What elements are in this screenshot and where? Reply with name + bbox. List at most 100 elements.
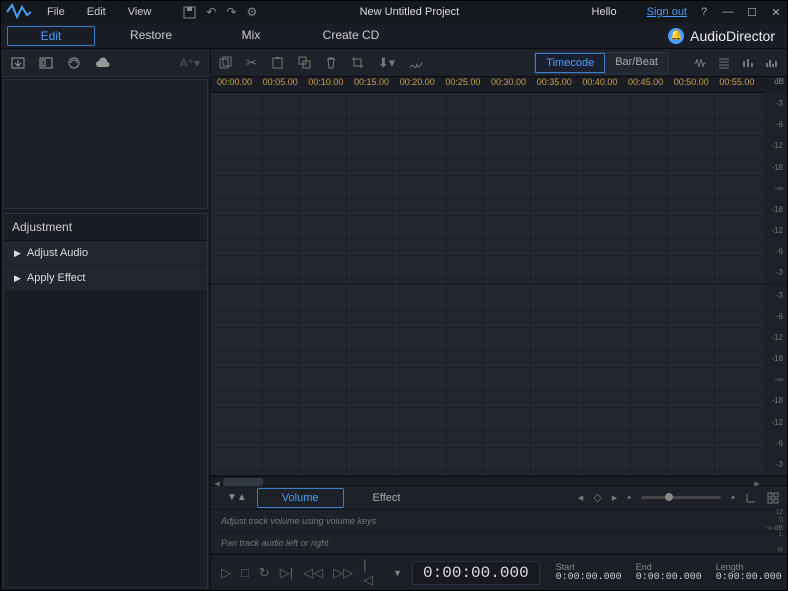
pan-track-row[interactable]: Pan track audio left or right L R	[211, 532, 787, 554]
play-button[interactable]: ▷	[221, 565, 231, 581]
ruler-tick: 00:15.00	[352, 77, 398, 92]
ruler-tick: 00:35.00	[535, 77, 581, 92]
adjustment-header: Adjustment	[4, 214, 207, 241]
db-tick: -6	[763, 312, 783, 321]
ruler-tick: 00:55.00	[717, 77, 763, 92]
zoom-in-icon[interactable]: •	[731, 492, 735, 504]
waveform-track-left[interactable]	[211, 93, 763, 285]
tab-volume[interactable]: Volume	[257, 488, 344, 508]
db-tick: -3	[763, 268, 783, 277]
skip-end-button[interactable]: |◁	[363, 557, 373, 588]
expand-icon: ▶	[14, 248, 21, 259]
adjustment-panel: Adjustment ▶ Adjust Audio ▶ Apply Effect	[3, 213, 208, 588]
db-tick: -6	[763, 120, 783, 129]
ruler-tick: 00:40.00	[580, 77, 626, 92]
keyframe-prev-icon[interactable]: ◂	[578, 491, 584, 504]
media-library[interactable]	[3, 79, 208, 209]
db-tick: -3	[763, 291, 783, 300]
start-value[interactable]: 0:00:00.000	[556, 572, 622, 583]
undo-icon[interactable]: ↶	[206, 5, 216, 19]
db-scale: -3-6-12-18-∞-18-12-6-3 -3-6-12-18-∞-18-1…	[763, 93, 787, 476]
menu-edit[interactable]: Edit	[77, 4, 116, 20]
rewind-button[interactable]: ◁◁	[303, 565, 323, 581]
expand-icon: ▶	[14, 273, 21, 284]
db-tick: -∞	[763, 375, 783, 384]
stop-button[interactable]: □	[241, 565, 249, 580]
ruler-tick: 00:45.00	[626, 77, 672, 92]
waveform-track-right[interactable]	[211, 285, 763, 477]
zoom-slider[interactable]	[641, 496, 721, 499]
skip-start-button[interactable]: ▷|	[280, 565, 293, 581]
mode-tab-restore[interactable]: Restore	[101, 24, 201, 48]
adjust-audio-item[interactable]: ▶ Adjust Audio	[4, 241, 207, 266]
loop-button[interactable]: ↻	[259, 565, 270, 581]
zoom-out-icon[interactable]: •	[627, 492, 631, 504]
adjust-audio-label: Adjust Audio	[27, 247, 88, 259]
db-tick: -3	[763, 99, 783, 108]
menu-view[interactable]: View	[118, 4, 162, 20]
timecode-button[interactable]: Timecode	[535, 53, 605, 73]
save-icon[interactable]	[183, 6, 196, 19]
length-value[interactable]: 0:00:00.000	[716, 572, 782, 583]
editor-toolbar: ✂ ⬇▾ Timecode Bar/Beat	[211, 49, 787, 77]
paste-icon[interactable]	[271, 56, 284, 69]
apply-effect-item[interactable]: ▶ Apply Effect	[4, 266, 207, 291]
equalizer-icon[interactable]	[741, 57, 755, 69]
minimize-icon[interactable]: —	[721, 5, 735, 19]
collapse-lower-icon[interactable]: ▼▲	[219, 492, 255, 503]
mode-tab-createcd[interactable]: Create CD	[301, 24, 401, 48]
help-icon[interactable]: ?	[697, 5, 711, 19]
db-tick: -12	[763, 333, 783, 342]
text-size-icon[interactable]: A⁺▾	[180, 56, 200, 70]
ruler-tick: 00:05.00	[261, 77, 307, 92]
mode-tab-edit[interactable]: Edit	[7, 26, 95, 46]
normalize-icon[interactable]	[409, 57, 423, 69]
export-media-icon[interactable]	[39, 56, 53, 70]
close-icon[interactable]: ✕	[769, 5, 783, 19]
tab-effect[interactable]: Effect	[348, 488, 426, 508]
forward-button[interactable]: ▷▷	[333, 565, 353, 581]
db-tick: -6	[763, 439, 783, 448]
copy-icon[interactable]	[219, 56, 232, 69]
ruler-tick: 00:25.00	[443, 77, 489, 92]
menu-file[interactable]: File	[37, 4, 75, 20]
delete-icon[interactable]	[325, 56, 337, 69]
current-time[interactable]: 0:00:00.000	[412, 561, 540, 585]
settings-icon[interactable]: ⚙	[246, 5, 257, 19]
pan-hint: Pan track audio left or right	[221, 538, 329, 548]
waveform-view-icon[interactable]	[693, 57, 707, 69]
duplicate-icon[interactable]	[298, 56, 311, 69]
end-value[interactable]: 0:00:00.000	[636, 572, 702, 583]
spectral-view-icon[interactable]	[717, 57, 731, 69]
sign-out-link[interactable]: Sign out	[647, 6, 687, 18]
record-icon[interactable]	[67, 56, 81, 70]
bars-icon[interactable]	[765, 57, 779, 69]
horizontal-scrollbar[interactable]: ◂ ▸	[211, 476, 787, 486]
mode-tab-mix[interactable]: Mix	[201, 24, 301, 48]
db-tick: -12	[763, 418, 783, 427]
volume-track-row[interactable]: Adjust track volume using volume keys 12…	[211, 510, 787, 532]
db-tick: -18	[763, 354, 783, 363]
timeline-ruler[interactable]: 00:00.0000:05.0000:10.0000:15.0000:20.00…	[211, 77, 763, 93]
redo-icon[interactable]: ↷	[226, 5, 236, 19]
maximize-icon[interactable]: ☐	[745, 5, 759, 19]
download-icon[interactable]: ⬇▾	[378, 55, 395, 71]
cut-icon[interactable]: ✂	[246, 55, 257, 71]
title-bar: File Edit View ↶ ↷ ⚙ New Untitled Projec…	[1, 1, 787, 23]
grid-icon[interactable]	[767, 492, 779, 504]
notification-bell-icon[interactable]: 🔔	[668, 28, 684, 44]
time-display-toggle: Timecode Bar/Beat	[534, 52, 669, 74]
db-tick: -18	[763, 163, 783, 172]
keyframe-add-icon[interactable]: ◇	[593, 491, 601, 504]
db-tick: -12	[763, 141, 783, 150]
snap-icon[interactable]	[745, 492, 757, 504]
time-dropdown-icon[interactable]: ▼	[393, 568, 402, 578]
cloud-icon[interactable]	[95, 57, 111, 69]
barbeat-button[interactable]: Bar/Beat	[605, 53, 668, 73]
db-tick: -12	[763, 226, 783, 235]
import-media-icon[interactable]	[11, 56, 25, 70]
crop-icon[interactable]	[351, 56, 364, 69]
project-title: New Untitled Project	[257, 6, 561, 18]
keyframe-next-icon[interactable]: ▸	[612, 491, 618, 504]
db-tick: -∞	[763, 184, 783, 193]
